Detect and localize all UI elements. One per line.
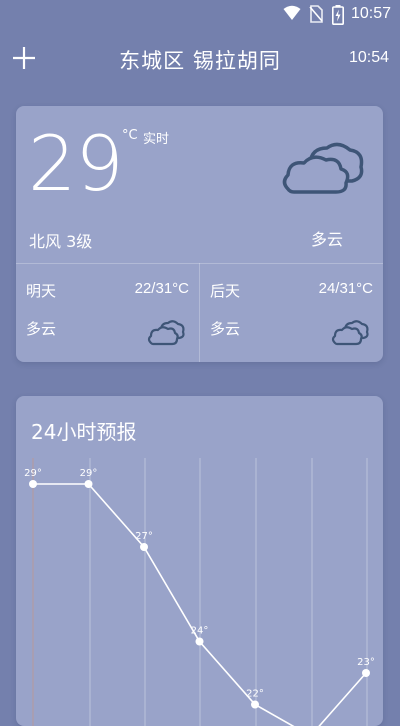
data-label: 22°	[246, 689, 264, 700]
current-weather-card: 29 °C 实时 北风 3级 多云 明天 22/31°C 多云 后天 24/31…	[16, 106, 383, 362]
temperature-unit: °C	[122, 128, 138, 143]
day-condition: 多云	[26, 320, 57, 338]
data-point	[29, 480, 37, 488]
wifi-icon	[283, 5, 301, 20]
update-time: 10:54	[348, 49, 389, 66]
forecast-day-tomorrow[interactable]: 明天 22/31°C 多云	[16, 263, 199, 362]
day-condition: 多云	[210, 320, 241, 338]
battery-charging-icon	[332, 5, 344, 25]
status-time: 10:57	[350, 5, 391, 22]
location-title[interactable]: 东城区 锡拉胡同	[0, 45, 400, 75]
no-sim-icon	[309, 5, 323, 23]
data-label: 29°	[24, 468, 42, 479]
data-point	[362, 669, 370, 677]
day-temperature: 22/31°C	[134, 280, 189, 297]
data-point	[251, 700, 259, 709]
data-point	[140, 543, 148, 551]
realtime-label: 实时	[143, 132, 170, 147]
data-label: 29°	[80, 468, 98, 479]
app-header: 东城区 锡拉胡同 10:54	[0, 30, 400, 90]
data-label: 27°	[135, 531, 153, 542]
cloud-icon	[331, 320, 369, 346]
day-temperature: 24/31°C	[318, 280, 373, 297]
forecast-day-after-tomorrow[interactable]: 后天 24/31°C 多云	[200, 263, 383, 362]
current-temperature: 29	[28, 119, 124, 208]
day-label: 明天	[26, 282, 57, 300]
cloud-icon	[282, 142, 364, 194]
current-condition: 多云	[311, 230, 344, 249]
data-label: 23°	[357, 657, 375, 668]
hourly-forecast-card: 24小时预报 29° 29° 27° 24° 22° 23°	[16, 396, 383, 726]
cloud-icon	[147, 320, 185, 346]
wind-info: 北风 3级	[29, 232, 93, 251]
data-point	[84, 480, 93, 488]
hourly-temperature-chart: 29° 29° 27° 24° 22° 23°	[24, 458, 375, 726]
status-bar: 10:57	[0, 0, 400, 30]
data-point	[195, 637, 204, 646]
data-label: 24°	[191, 626, 209, 637]
day-label: 后天	[210, 282, 241, 300]
